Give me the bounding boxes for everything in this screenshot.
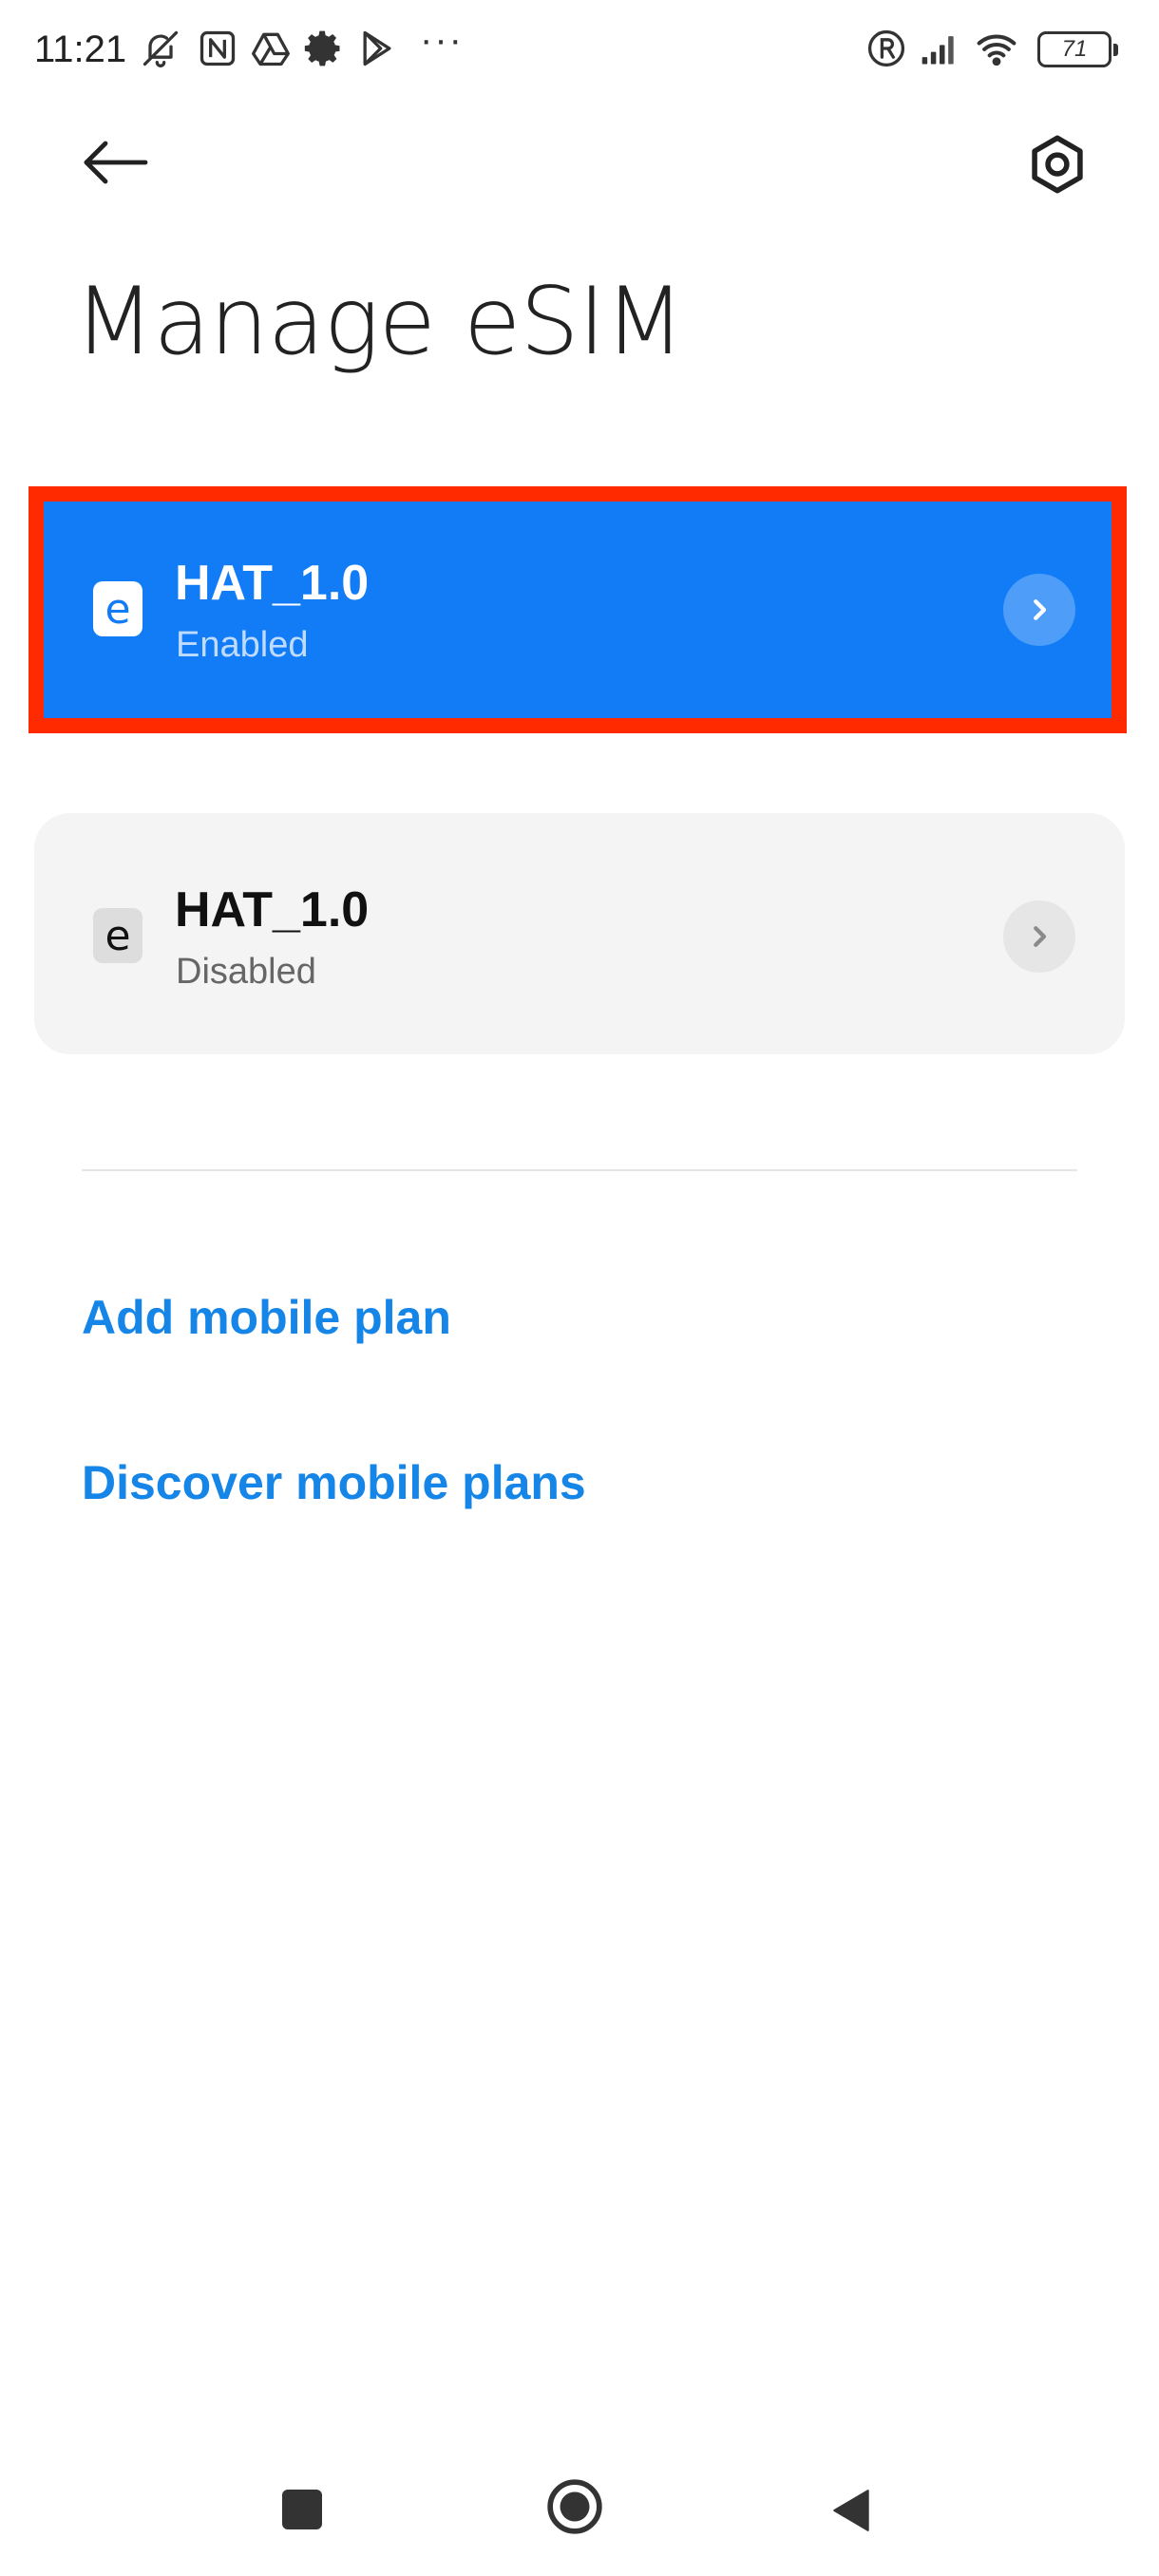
more-icon: ···: [420, 19, 464, 61]
play-store-icon: [355, 27, 399, 70]
settings-button[interactable]: [1016, 123, 1098, 205]
esim-status: Enabled: [176, 625, 309, 665]
roaming-icon: [864, 27, 908, 70]
triangle-back-icon: [833, 2490, 869, 2531]
nfc-icon: [196, 27, 239, 70]
battery-icon: 71: [1037, 31, 1118, 67]
esim-name: HAT_1.0: [175, 556, 370, 611]
hexagon-settings-icon: [1032, 135, 1083, 194]
status-bar: 11:21 ··· 71: [0, 0, 1159, 104]
square-icon: [282, 2490, 322, 2529]
battery-level: 71: [1061, 36, 1088, 62]
recents-button[interactable]: [272, 2479, 332, 2540]
bell-off-icon: [139, 27, 182, 70]
discover-mobile-plans-link[interactable]: Discover mobile plans: [82, 1455, 586, 1510]
home-circle-icon: [547, 2479, 602, 2534]
nav-back-button[interactable]: [819, 2477, 885, 2544]
back-button[interactable]: [74, 127, 156, 198]
add-mobile-plan-link[interactable]: Add mobile plan: [82, 1290, 451, 1345]
esim-status: Disabled: [176, 952, 316, 992]
arrow-left-icon: [84, 141, 148, 184]
signal-icon: [918, 27, 961, 70]
wifi-icon: [975, 27, 1018, 70]
esim-card-disabled[interactable]: e HAT_1.0 Disabled: [34, 813, 1125, 1054]
drive-icon: [249, 27, 293, 70]
esim-icon: e: [93, 908, 142, 963]
esim-card-enabled[interactable]: e HAT_1.0 Enabled: [34, 486, 1125, 728]
esim-name: HAT_1.0: [175, 882, 370, 938]
home-button[interactable]: [542, 2473, 608, 2540]
navigation-bar: [0, 2432, 1159, 2576]
esim-icon: e: [93, 581, 142, 636]
chevron-right-icon: [1003, 574, 1075, 646]
status-time: 11:21: [34, 28, 127, 70]
chevron-right-icon: [1003, 900, 1075, 973]
gear-icon: [302, 27, 346, 70]
page-title: Manage eSIM: [74, 268, 685, 376]
divider: [82, 1169, 1077, 1171]
